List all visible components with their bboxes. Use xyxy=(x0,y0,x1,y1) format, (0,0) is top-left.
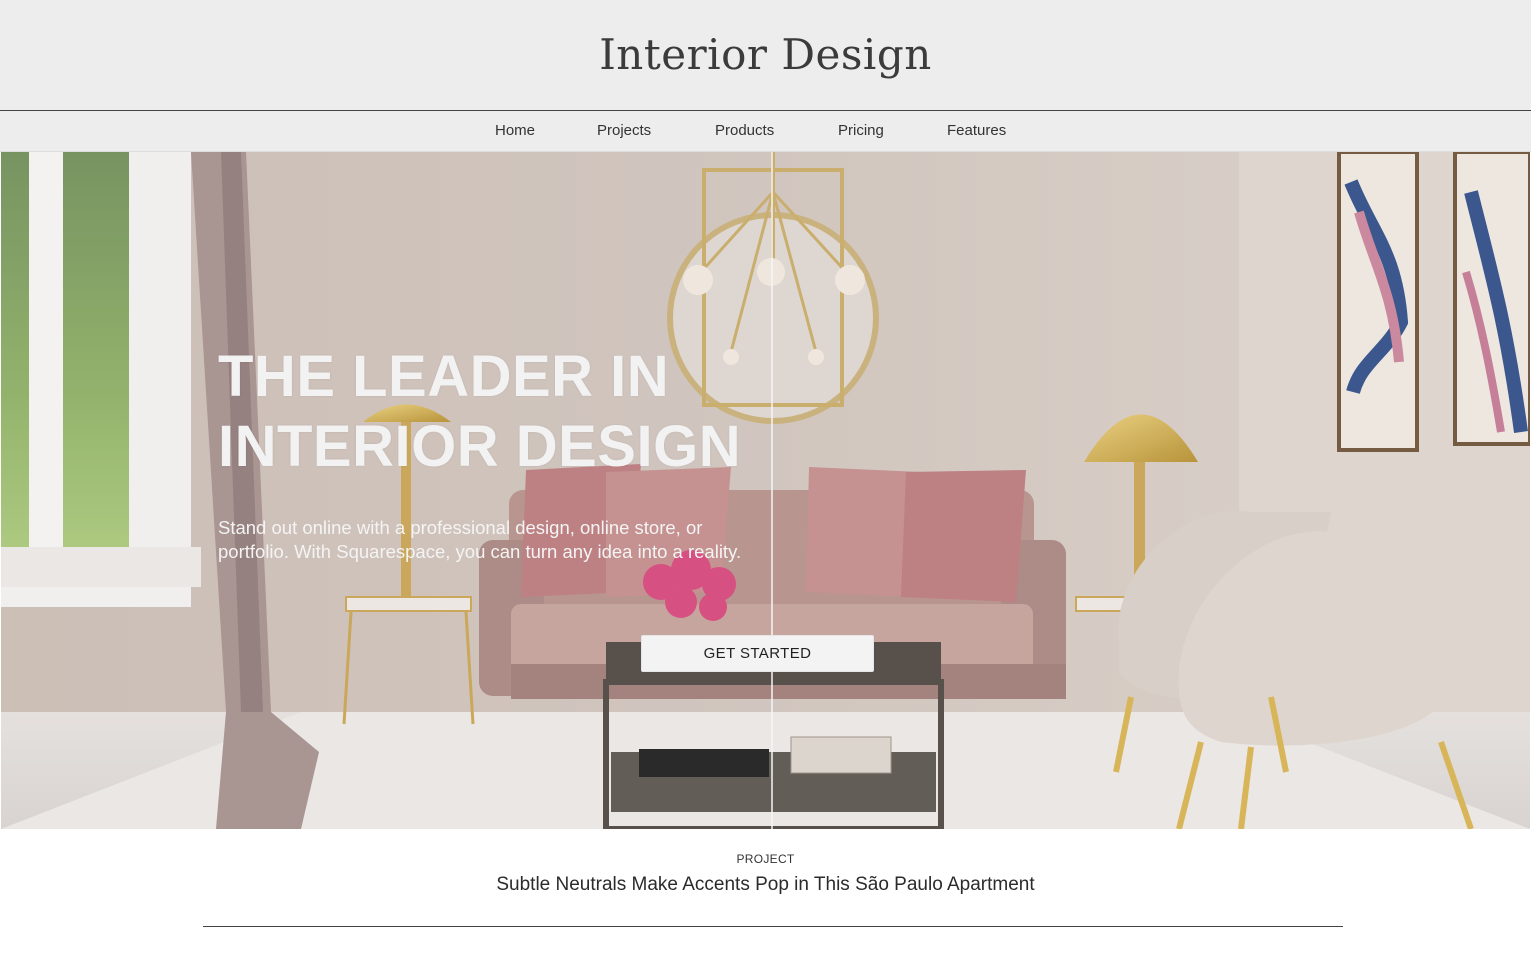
hero-section: THE LEADER IN INTERIOR DESIGN Stand out … xyxy=(1,152,1530,829)
site-title[interactable]: Interior Design xyxy=(0,30,1531,79)
living-room-photo xyxy=(1,152,1530,829)
project-category-label: PROJECT xyxy=(736,852,795,866)
site-header: Interior Design xyxy=(0,0,1531,111)
hero-subtext: Stand out online with a professional des… xyxy=(218,517,742,562)
hero-heading: THE LEADER IN INTERIOR DESIGN xyxy=(218,342,741,482)
main-nav: Home Projects Products Pricing Features xyxy=(0,111,1531,152)
nav-item-features[interactable]: Features xyxy=(947,122,1006,139)
hero-heading-line-1: THE LEADER IN xyxy=(218,344,670,409)
nav-item-pricing[interactable]: Pricing xyxy=(838,122,884,139)
hero-heading-line-2: INTERIOR DESIGN xyxy=(218,414,742,479)
project-title-link[interactable]: Subtle Neutrals Make Accents Pop in This… xyxy=(0,874,1531,896)
nav-item-home[interactable]: Home xyxy=(495,122,535,139)
nav-item-projects[interactable]: Projects xyxy=(597,122,651,139)
section-divider xyxy=(203,926,1343,927)
nav-item-products[interactable]: Products xyxy=(715,122,774,139)
get-started-button[interactable]: GET STARTED xyxy=(641,635,874,672)
